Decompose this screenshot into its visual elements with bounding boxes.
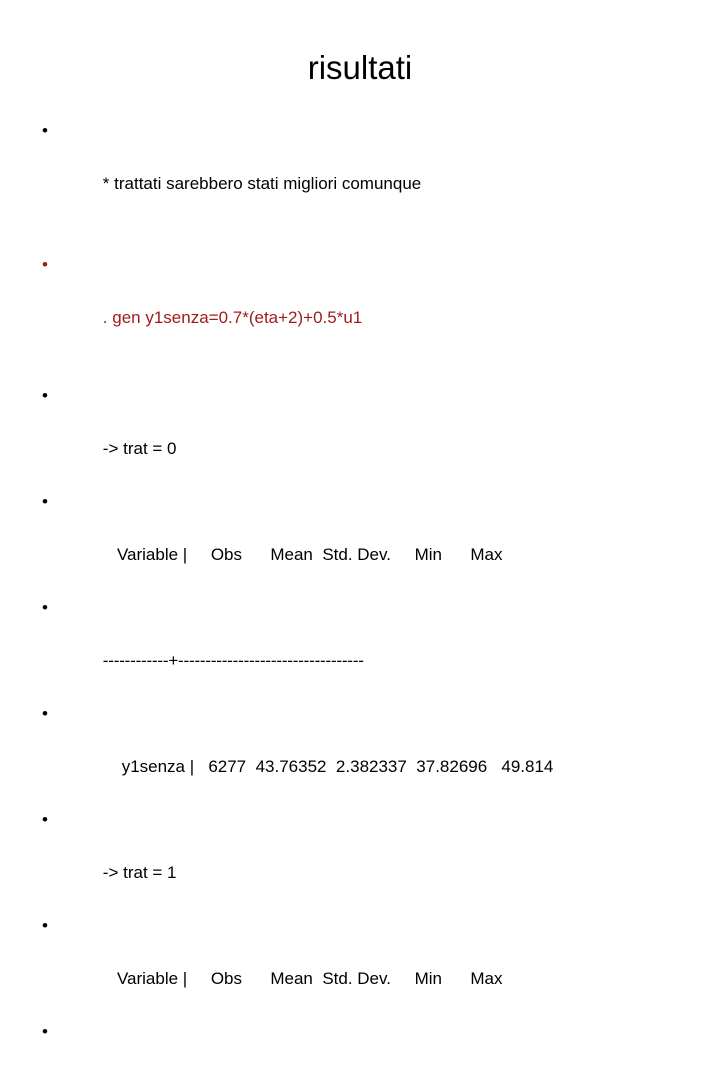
list-item: • ------------+-------------------------…	[38, 1019, 698, 1080]
table-header-row: Variable | Obs Mean Std. Dev. Min Max	[102, 545, 503, 564]
slide-body: • * trattati sarebbero stati migliori co…	[38, 118, 698, 1080]
list-item: • . gen y1senza=0.7*(eta+2)+0.5*u1	[38, 252, 698, 358]
command-bullet-group: • . gen y1senza=0.7*(eta+2)+0.5*u1	[38, 252, 698, 358]
bullet-marker-icon: •	[42, 810, 48, 829]
slide: risultati • * trattati sarebbero stati m…	[0, 0, 720, 1080]
stata-command-label: . gen y1senza=0.7*(eta+2)+0.5*u1	[102, 308, 363, 327]
list-item: • -> trat = 1	[38, 807, 698, 913]
list-item: • Variable | Obs Mean Std. Dev. Min Max	[38, 913, 698, 1019]
bullet-marker-icon: •	[42, 598, 48, 617]
table-row-values: y1senza | 6277 43.76352 2.382337 37.8269…	[102, 757, 554, 776]
page-title: risultati	[307, 49, 413, 86]
bullet-marker-icon: •	[42, 255, 48, 274]
list-item-label: * trattati sarebbero stati migliori comu…	[102, 174, 422, 193]
list-item: • -> trat = 0	[38, 383, 698, 489]
bullet-marker-icon: •	[42, 704, 48, 723]
bullet-marker-icon: •	[42, 386, 48, 405]
stata-output-block: • -> trat = 0 • Variable | Obs Mean Std.…	[38, 383, 698, 1080]
list-item: • ------------+-------------------------…	[38, 595, 698, 701]
bullet-marker-icon: •	[42, 1022, 48, 1041]
list-item: • * trattati sarebbero stati migliori co…	[38, 118, 698, 224]
bullet-marker-icon: •	[42, 492, 48, 511]
table-row: • y1senza | 6277 43.76352 2.382337 37.82…	[38, 701, 698, 807]
bullet-marker-icon: •	[42, 916, 48, 935]
list-item: • Variable | Obs Mean Std. Dev. Min Max	[38, 489, 698, 595]
intro-bullet-group: • * trattati sarebbero stati migliori co…	[38, 118, 698, 224]
group-label-trat1: -> trat = 1	[102, 863, 177, 882]
group-label-trat0: -> trat = 0	[102, 439, 177, 458]
table-separator: ------------+---------------------------…	[102, 651, 364, 670]
bullet-marker-icon: •	[42, 121, 48, 140]
table-header-row: Variable | Obs Mean Std. Dev. Min Max	[102, 969, 503, 988]
table-separator: ------------+---------------------------…	[103, 1075, 364, 1080]
